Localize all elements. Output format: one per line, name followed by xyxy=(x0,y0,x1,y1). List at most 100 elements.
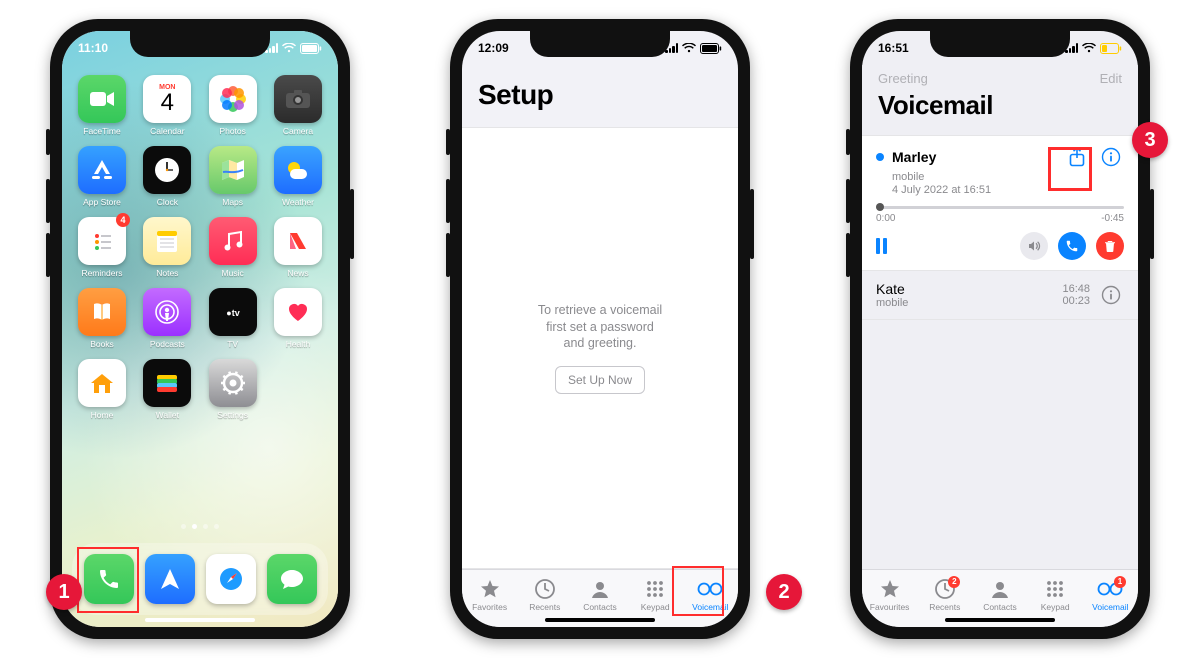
app-label: Calendar xyxy=(150,126,185,136)
tab-favourites[interactable]: Favourites xyxy=(862,578,917,612)
tv-icon: ●tv xyxy=(209,288,257,336)
info-button[interactable] xyxy=(1098,282,1124,308)
app-clock[interactable]: Clock xyxy=(139,146,195,207)
app-label: FaceTime xyxy=(83,126,120,136)
tab-label: Contacts xyxy=(983,602,1017,612)
tab-label: Recents xyxy=(529,602,560,612)
camera-icon xyxy=(274,75,322,123)
greeting-link[interactable]: Greeting xyxy=(878,71,928,86)
app-books[interactable]: Books xyxy=(74,288,130,349)
facetime-icon xyxy=(78,75,126,123)
highlight-phone-app xyxy=(77,547,139,613)
power-button[interactable] xyxy=(750,189,754,259)
step-callout-3: 3 xyxy=(1132,122,1168,158)
favourites-icon xyxy=(879,578,901,600)
home-indicator[interactable] xyxy=(545,618,655,622)
app-tv[interactable]: ●tvTV xyxy=(205,288,261,349)
tab-recents[interactable]: Recents2 xyxy=(917,578,972,612)
pause-button[interactable] xyxy=(876,238,890,254)
music-icon xyxy=(209,217,257,265)
step-callout-1: 1 xyxy=(46,574,82,610)
app-label: News xyxy=(287,268,308,278)
app-appstore[interactable]: App Store xyxy=(74,146,130,207)
volume-down-button[interactable] xyxy=(846,233,850,277)
app-health[interactable]: Health xyxy=(270,288,326,349)
app-photos[interactable]: Photos xyxy=(205,75,261,136)
clock-icon xyxy=(143,146,191,194)
edit-link[interactable]: Edit xyxy=(1100,71,1122,86)
setup-message: To retrieve a voicemail first set a pass… xyxy=(538,302,662,353)
home-indicator[interactable] xyxy=(145,618,255,622)
time-elapsed: 0:00 xyxy=(876,213,895,224)
silence-switch[interactable] xyxy=(46,129,50,155)
volume-down-button[interactable] xyxy=(446,233,450,277)
keypad-icon xyxy=(1044,578,1066,600)
app-wallet[interactable]: Wallet xyxy=(139,359,195,420)
app-facetime[interactable]: FaceTime xyxy=(74,75,130,136)
setup-now-button[interactable]: Set Up Now xyxy=(555,366,645,394)
info-button[interactable] xyxy=(1098,144,1124,170)
app-notes[interactable]: Notes xyxy=(139,217,195,278)
photos-icon xyxy=(209,75,257,123)
page-title: Setup xyxy=(478,79,722,111)
favorites-icon xyxy=(479,578,501,600)
silence-switch[interactable] xyxy=(846,129,850,155)
app-label: Music xyxy=(222,268,244,278)
power-button[interactable] xyxy=(1150,189,1154,259)
wifi-icon xyxy=(282,43,296,53)
health-icon xyxy=(274,288,322,336)
reminders-icon: 4 xyxy=(78,217,126,265)
delete-button[interactable] xyxy=(1096,232,1124,260)
wifi-icon xyxy=(682,43,696,53)
notes-icon xyxy=(143,217,191,265)
tab-contacts[interactable]: Contacts xyxy=(972,578,1027,612)
app-label: Books xyxy=(90,339,114,349)
home-icon xyxy=(78,359,126,407)
calendar-icon: MON4 xyxy=(143,75,191,123)
time-remaining: -0:45 xyxy=(1101,213,1124,224)
volume-up-button[interactable] xyxy=(46,179,50,223)
clock-text: 16:51 xyxy=(878,41,909,55)
voicemail-time: 16:48 xyxy=(1062,283,1090,295)
podcasts-icon xyxy=(143,288,191,336)
notch xyxy=(930,31,1070,57)
voicemail-item-open[interactable]: Marley mobile 4 July 2022 at 16:51 0:00 … xyxy=(862,135,1138,271)
volume-up-button[interactable] xyxy=(846,179,850,223)
app-label: Camera xyxy=(283,126,313,136)
volume-up-button[interactable] xyxy=(446,179,450,223)
tab-favorites[interactable]: Favorites xyxy=(462,578,517,612)
power-button[interactable] xyxy=(350,189,354,259)
app-reminders[interactable]: 4 Reminders xyxy=(74,217,130,278)
volume-down-button[interactable] xyxy=(46,233,50,277)
app-camera[interactable]: Camera xyxy=(270,75,326,136)
contacts-icon xyxy=(589,578,611,600)
voicemail-duration: 00:23 xyxy=(1062,295,1090,307)
silence-switch[interactable] xyxy=(446,129,450,155)
callback-button[interactable] xyxy=(1058,232,1086,260)
battery-icon xyxy=(700,43,722,54)
speaker-button[interactable] xyxy=(1020,232,1048,260)
tab-label: Recents xyxy=(929,602,960,612)
app-label: Weather xyxy=(282,197,314,207)
caller-type: mobile xyxy=(876,297,908,309)
app-news[interactable]: News xyxy=(270,217,326,278)
svg-text:●tv: ●tv xyxy=(226,308,239,318)
app-label: Health xyxy=(286,339,311,349)
tab-voicemail[interactable]: Voicemail1 xyxy=(1083,578,1138,612)
tab-keypad[interactable]: Keypad xyxy=(1028,578,1083,612)
playback-scrubber[interactable] xyxy=(876,206,1124,209)
app-home[interactable]: Home xyxy=(74,359,130,420)
app-settings[interactable]: Settings xyxy=(205,359,261,420)
voicemail-item[interactable]: Kate mobile 16:48 00:23 xyxy=(862,271,1138,320)
app-calendar[interactable]: MON4 Calendar xyxy=(139,75,195,136)
tab-contacts[interactable]: Contacts xyxy=(572,578,627,612)
app-music[interactable]: Music xyxy=(205,217,261,278)
tab-recents[interactable]: Recents xyxy=(517,578,572,612)
app-label: Reminders xyxy=(81,268,122,278)
app-podcasts[interactable]: Podcasts xyxy=(139,288,195,349)
app-label: Photos xyxy=(219,126,245,136)
app-maps[interactable]: Maps xyxy=(205,146,261,207)
home-indicator[interactable] xyxy=(945,618,1055,622)
app-weather[interactable]: Weather xyxy=(270,146,326,207)
appstore-icon xyxy=(78,146,126,194)
